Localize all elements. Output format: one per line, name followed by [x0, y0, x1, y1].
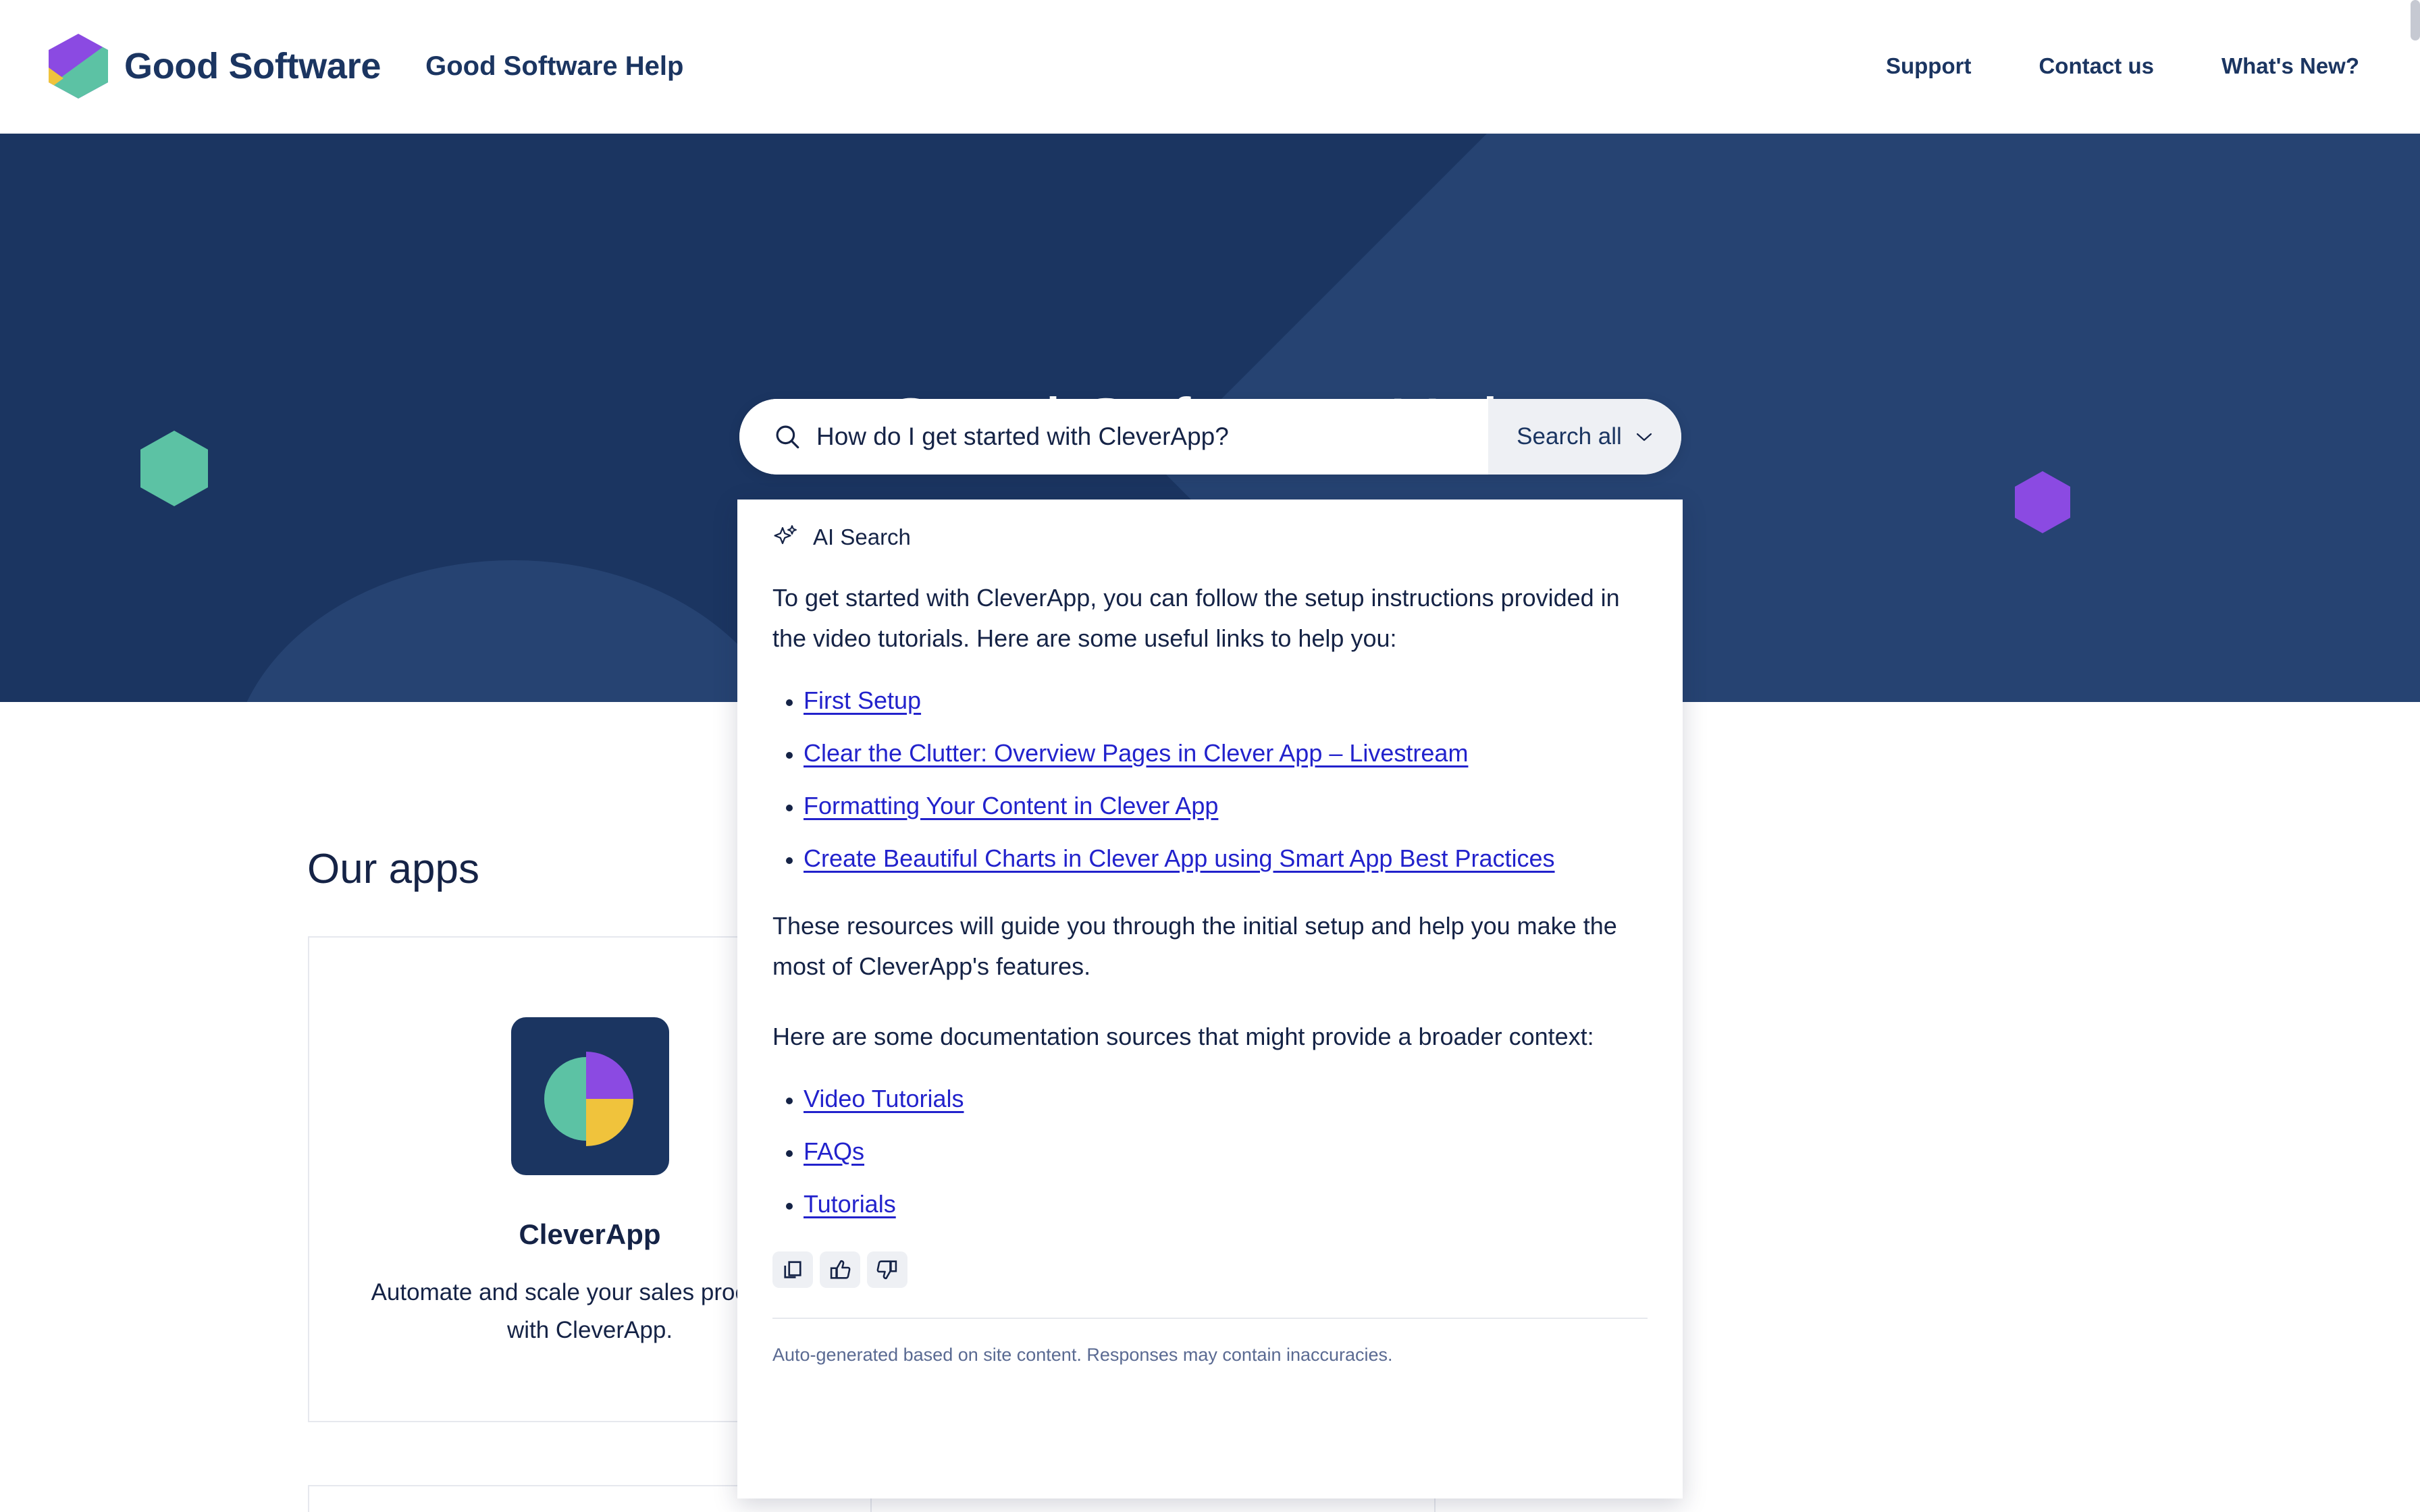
list-item: Formatting Your Content in Clever App: [804, 788, 1648, 824]
search-bar: Search all: [739, 399, 1681, 475]
site-title[interactable]: Good Software Help: [425, 51, 683, 82]
list-item: FAQs: [804, 1134, 1648, 1169]
thumbs-down-icon: [876, 1260, 897, 1280]
thumbs-up-icon: [830, 1260, 851, 1279]
ai-result-link[interactable]: Formatting Your Content in Clever App: [804, 792, 1218, 819]
search-input[interactable]: [816, 423, 1488, 451]
sparkle-icon: [774, 525, 797, 545]
ai-result-link[interactable]: First Setup: [804, 686, 921, 714]
search-field[interactable]: [739, 399, 1488, 475]
list-item: First Setup: [804, 683, 1648, 718]
top-navigation-bar: Good Software Good Software Help Support…: [0, 0, 2420, 134]
brand[interactable]: Good Software: [49, 34, 381, 99]
list-item: Create Beautiful Charts in Clever App us…: [804, 841, 1648, 876]
nav-contact-us[interactable]: Contact us: [2038, 53, 2154, 79]
list-item: Video Tutorials: [804, 1081, 1648, 1116]
ai-answer-link-list-1: First Setup Clear the Clutter: Overview …: [772, 683, 1648, 877]
list-item: Clear the Clutter: Overview Pages in Cle…: [804, 736, 1648, 771]
hexagon-logo-icon: [49, 34, 108, 99]
ai-search-label: AI Search: [813, 524, 911, 549]
ai-answer-link-list-2: Video Tutorials FAQs Tutorials: [772, 1081, 1648, 1222]
ai-result-link[interactable]: Clear the Clutter: Overview Pages in Cle…: [804, 739, 1468, 767]
ai-answer-paragraph-1: To get started with CleverApp, you can f…: [772, 584, 1620, 652]
search-scope-dropdown[interactable]: Search all: [1488, 399, 1681, 475]
ai-answer-paragraph-3: Here are some documentation sources that…: [772, 1022, 1594, 1050]
ai-disclaimer: Auto-generated based on site content. Re…: [772, 1345, 1393, 1366]
help-center-page: Good Software Good Software Help Support…: [0, 0, 2420, 1512]
ai-search-results-panel: AI Search To get started with CleverApp,…: [737, 500, 1683, 1498]
page-scrollbar[interactable]: [2411, 0, 2420, 40]
app-card-title: CleverApp: [519, 1218, 661, 1250]
list-item: Tutorials: [804, 1187, 1648, 1222]
ai-panel-divider: [772, 1318, 1648, 1320]
apps-section-title: Our apps: [307, 846, 480, 892]
copy-icon: [784, 1261, 801, 1278]
thumbs-down-button[interactable]: [867, 1251, 908, 1289]
ai-result-link[interactable]: Create Beautiful Charts in Clever App us…: [804, 844, 1555, 872]
search-scope-label: Search all: [1517, 423, 1622, 450]
copy-button[interactable]: [772, 1251, 813, 1289]
ai-answer-paragraph-2: These resources will guide you through t…: [772, 912, 1617, 980]
nav-support[interactable]: Support: [1886, 53, 1971, 79]
search-icon: [776, 425, 799, 449]
pie-chart-app-icon: [510, 1017, 669, 1175]
ai-source-link[interactable]: Tutorials: [804, 1190, 896, 1218]
ai-feedback-actions: [772, 1251, 1648, 1289]
brand-name: Good Software: [124, 46, 382, 86]
hero-arc-decoration: [230, 560, 797, 702]
top-nav-links: Support Contact us What's New?: [1818, 53, 2359, 79]
ai-source-link[interactable]: Video Tutorials: [804, 1085, 964, 1112]
thumbs-up-button[interactable]: [820, 1251, 860, 1289]
ai-source-link[interactable]: FAQs: [804, 1137, 864, 1165]
ai-search-header: AI Search: [772, 500, 1648, 551]
chevron-down-icon: [1636, 433, 1652, 441]
nav-whats-new[interactable]: What's New?: [2221, 53, 2359, 79]
